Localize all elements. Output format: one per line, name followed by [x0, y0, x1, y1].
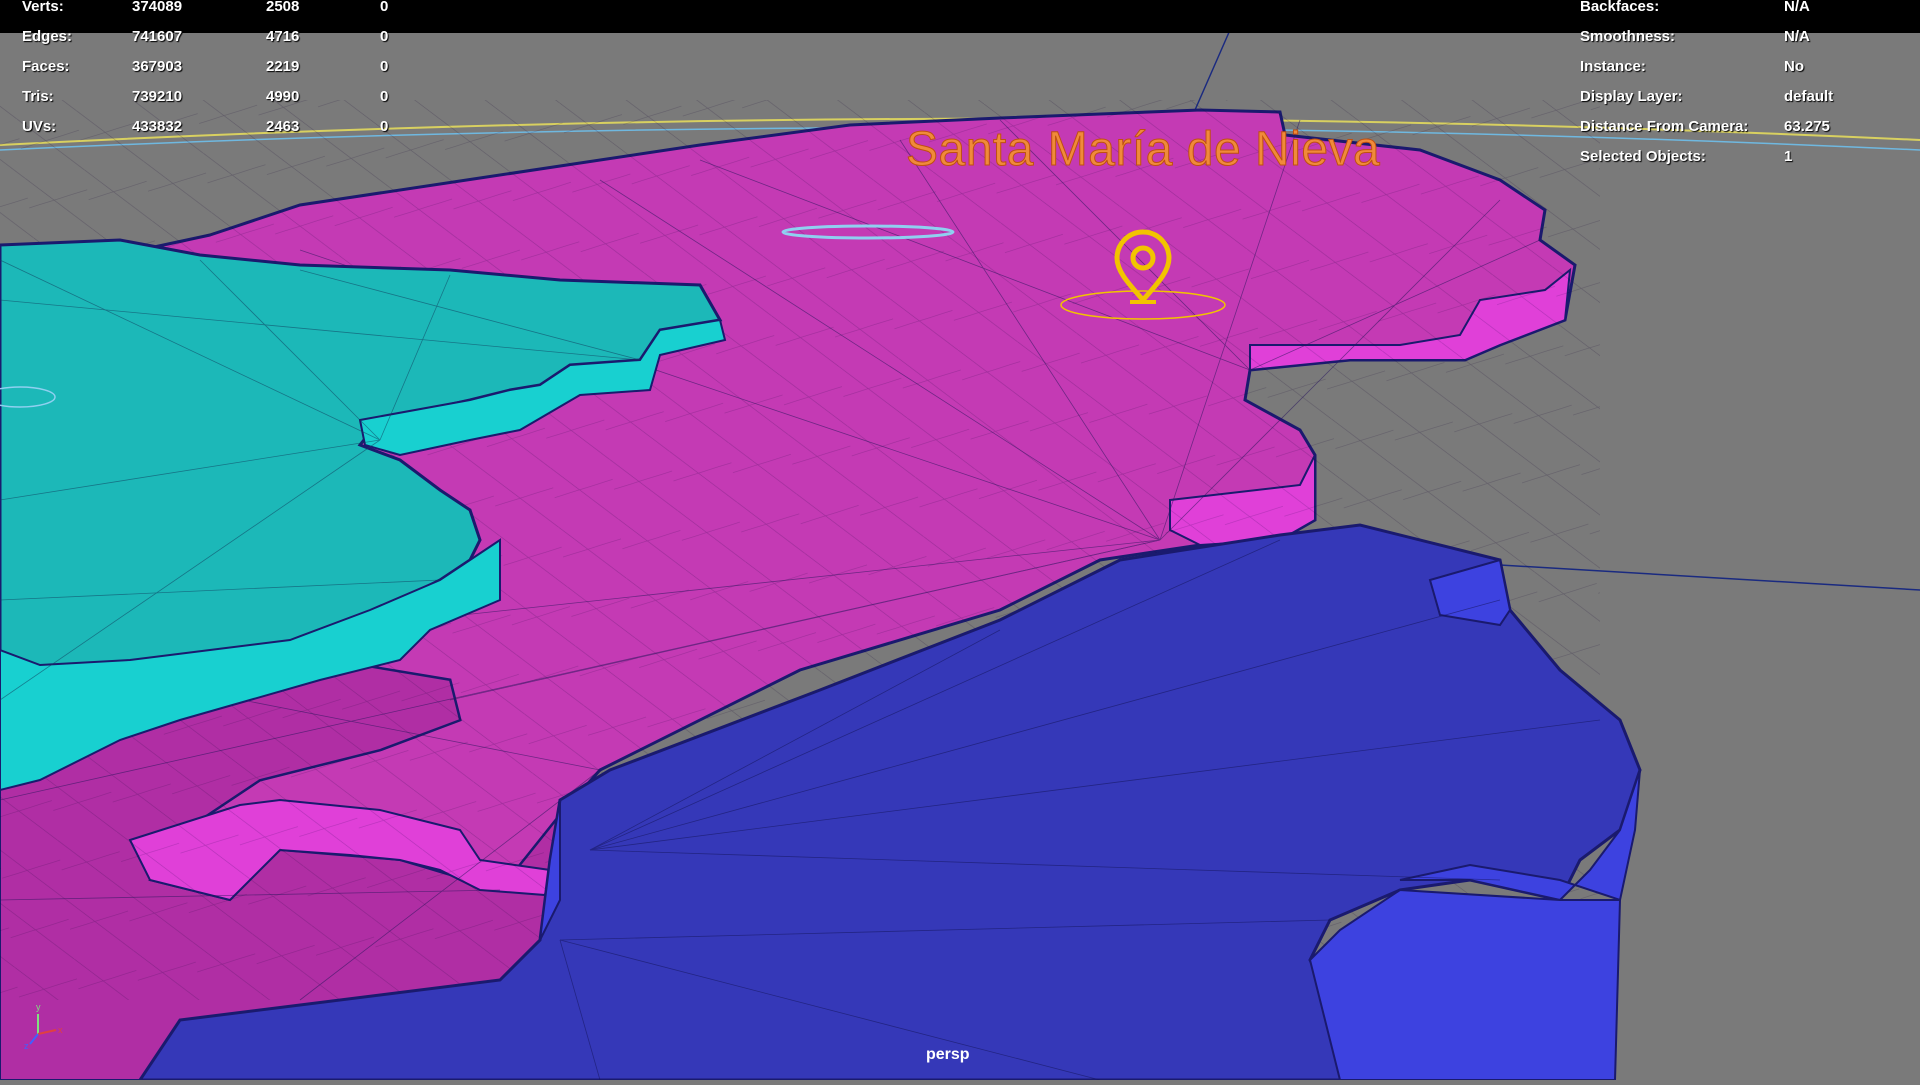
stat-label: Tris: [22, 88, 54, 105]
stat-label: Verts: [22, 0, 64, 15]
axis-line [1499, 564, 1920, 591]
info-value: 1 [1784, 148, 1793, 165]
stat-value: 367903 [132, 58, 183, 75]
stat-value: 739210 [132, 88, 183, 105]
stat-value: 2219 [266, 58, 300, 75]
info-value: N/A [1784, 28, 1810, 45]
stat-value: 0 [380, 58, 389, 75]
info-label: Smoothness: [1580, 28, 1676, 45]
svg-text:x: x [58, 1025, 63, 1035]
stat-label: Faces: [22, 58, 70, 75]
stat-value: 374089 [132, 0, 183, 15]
stat-value: 741607 [132, 28, 183, 45]
stat-label: Edges: [22, 28, 73, 45]
stat-label: UVs: [22, 118, 57, 135]
stat-value: 0 [380, 28, 389, 45]
stat-value: 4990 [266, 88, 300, 105]
info-label: Selected Objects: [1580, 148, 1706, 165]
stat-value: 4716 [266, 28, 300, 45]
info-label: Instance: [1580, 58, 1646, 75]
svg-text:z: z [24, 1041, 29, 1050]
info-label: Display Layer: [1580, 88, 1683, 105]
info-value: default [1784, 88, 1834, 105]
camera-name-label: persp [926, 1046, 970, 1063]
heads-up-object-details: Backfaces: N/A Smoothness: N/A Instance:… [1580, 0, 1920, 172]
info-label: Backfaces: [1580, 0, 1660, 15]
stat-value: 0 [380, 0, 389, 15]
stat-value: 2463 [266, 118, 300, 135]
heads-up-poly-count: Verts: 374089 2508 0 Edges: 741607 4716 … [0, 0, 420, 142]
stat-value: 0 [380, 118, 389, 135]
stat-value: 0 [380, 88, 389, 105]
place-label[interactable]: Santa María de Nieva [905, 122, 1380, 177]
stat-value: 2508 [266, 0, 300, 15]
info-label: Distance From Camera: [1580, 118, 1749, 135]
info-value: No [1784, 58, 1804, 75]
info-value: N/A [1784, 0, 1810, 15]
info-value: 63.275 [1784, 118, 1830, 135]
camera-line [1194, 29, 1231, 111]
svg-text:y: y [36, 1002, 41, 1012]
stat-value: 433832 [132, 118, 183, 135]
axis-gizmo-icon: y x z [24, 1002, 63, 1050]
